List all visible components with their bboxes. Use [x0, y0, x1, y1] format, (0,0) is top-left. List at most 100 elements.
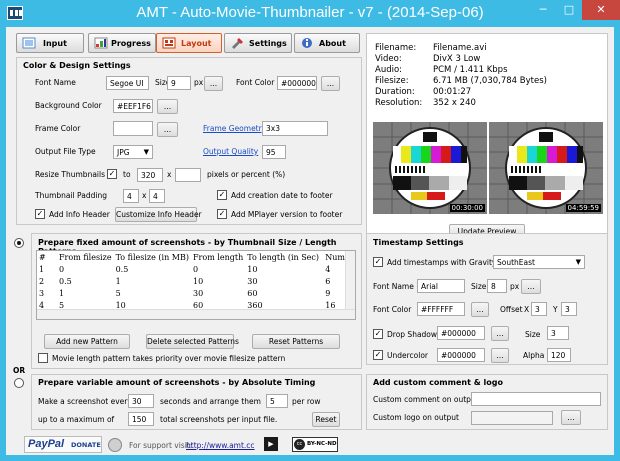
fixed-amount-radio[interactable] [14, 238, 24, 248]
font-color-field[interactable]: #000000 [277, 76, 317, 90]
reset-patterns-button[interactable]: Reset Patterns [252, 334, 340, 349]
tab-settings-label: Settings [249, 39, 287, 48]
resize-unit-label: pixels or percent (%) [207, 170, 286, 179]
resize-height-field[interactable] [175, 168, 201, 182]
resolution-value: 352 x 240 [433, 98, 476, 108]
undercolor-field[interactable]: #000000 [437, 348, 485, 362]
tab-settings[interactable]: Settings [224, 33, 292, 53]
ts-font-name-field[interactable]: Arial [417, 279, 465, 293]
per-row-label: per row [292, 397, 321, 406]
tab-layout[interactable]: Layout [156, 33, 222, 53]
offset-x-label: X [524, 305, 530, 314]
about-icon [302, 38, 312, 48]
col-to-filesize[interactable]: To filesize (in MB) [114, 251, 191, 263]
minimize-button[interactable]: ─ [530, 0, 556, 20]
font-size-field[interactable]: 9 [167, 76, 191, 90]
padding-y-field[interactable]: 4 [149, 189, 165, 203]
font-browse-button[interactable]: ... [204, 76, 223, 91]
table-cell: 4 [325, 264, 331, 274]
output-type-label: Output File Type [35, 147, 96, 156]
settings-icon [232, 38, 243, 49]
resize-checkbox[interactable]: ✓ [107, 169, 117, 179]
drop-shadow-checkbox[interactable]: ✓ [373, 329, 383, 339]
support-link[interactable]: http://www.amt.cc [186, 441, 255, 450]
offset-y-field[interactable]: 3 [561, 302, 577, 316]
offset-x-field[interactable]: 3 [531, 302, 547, 316]
output-quality-link[interactable]: Output Quality [203, 147, 258, 156]
close-button[interactable]: ✕ [582, 0, 620, 20]
max-suffix-label: total screenshots per input file. [160, 415, 278, 424]
tab-about[interactable]: About [294, 33, 360, 53]
padding-x-field[interactable]: 4 [123, 189, 139, 203]
bg-color-field[interactable]: #EEF1F6 [113, 99, 153, 113]
frame-color-button[interactable]: ... [157, 122, 178, 137]
comment-label: Custom comment on output [373, 395, 479, 404]
resize-width-field[interactable]: 320 [137, 168, 163, 182]
design-panel: Color & Design Settings Font Name Segoe … [16, 57, 362, 225]
info-header-checkbox[interactable]: ✓ [35, 209, 45, 219]
col-from-length[interactable]: From length [191, 251, 245, 263]
info-header-label: Add Info Header [49, 210, 110, 219]
variable-amount-radio[interactable] [14, 378, 24, 388]
alpha-field[interactable]: 120 [547, 348, 571, 362]
customize-info-header-button[interactable]: Customize Info Header [115, 207, 202, 222]
table-cell: 30 [247, 276, 258, 286]
col-num[interactable]: Num [323, 251, 347, 263]
per-row-field[interactable]: 5 [266, 394, 288, 408]
logo-field[interactable] [471, 411, 553, 425]
col-from-filesize[interactable]: From filesize [57, 251, 114, 263]
comment-field[interactable] [471, 392, 601, 406]
license-badge[interactable]: cc BY-NC-ND [292, 437, 338, 452]
gravity-select[interactable]: SouthEast ▼ [493, 255, 585, 269]
variable-reset-button[interactable]: Reset [312, 412, 340, 427]
add-pattern-button[interactable]: Add new Pattern [44, 334, 130, 349]
ts-font-browse-button[interactable]: ... [521, 279, 541, 294]
font-name-field[interactable]: Segoe UI [106, 76, 149, 90]
alpha-label: Alpha [523, 351, 545, 360]
font-color-button[interactable]: ... [321, 76, 340, 91]
table-row[interactable]: 1 0 0.5 0 10 4 [37, 263, 347, 275]
mplayer-version-checkbox[interactable]: ✓ [217, 209, 227, 219]
output-type-select[interactable]: JPG ▼ [113, 145, 153, 159]
creation-date-checkbox[interactable]: ✓ [217, 190, 227, 200]
undercolor-button[interactable]: ... [491, 348, 509, 363]
preview-thumbnail-1: 00:30:00 [373, 122, 487, 214]
table-row[interactable]: 3 1 5 30 60 9 [37, 287, 347, 299]
undercolor-checkbox[interactable]: ✓ [373, 350, 383, 360]
timestamps-checkbox[interactable]: ✓ [373, 257, 383, 267]
table-row[interactable]: 2 0.5 1 10 30 6 [37, 275, 347, 287]
col-to-length[interactable]: To length (in Sec) [245, 251, 323, 263]
max-screenshots-field[interactable]: 150 [128, 412, 154, 426]
every-seconds-field[interactable]: 30 [128, 394, 154, 408]
frame-geometry-link[interactable]: Frame Geometry [203, 124, 266, 133]
app-logo-icon: ▶ [264, 437, 278, 451]
ts-font-color-button[interactable]: ... [471, 302, 489, 317]
ts-size-field[interactable]: 8 [487, 279, 507, 293]
maximize-button[interactable]: □ [556, 0, 582, 20]
col-index[interactable]: # [37, 251, 57, 263]
patterns-table[interactable]: # From filesize To filesize (in MB) From… [36, 250, 356, 320]
layout-icon [162, 37, 176, 49]
frame-geometry-field[interactable]: 3x3 [262, 121, 328, 136]
logo-browse-button[interactable]: ... [561, 410, 581, 425]
duration-label: Duration: [375, 87, 415, 97]
bg-color-button[interactable]: ... [157, 99, 178, 114]
filename-value: Filename.avi [433, 43, 487, 53]
padding-x-label: x [142, 191, 147, 200]
frame-color-field[interactable] [113, 121, 153, 136]
tab-input[interactable]: Input [16, 33, 84, 53]
paypal-donate-button[interactable]: PayPal DONATE [24, 436, 102, 453]
output-quality-field[interactable]: 95 [262, 145, 286, 159]
table-horizontal-scrollbar[interactable] [37, 309, 355, 319]
drop-shadow-color-field[interactable]: #000000 [437, 326, 485, 340]
table-cell: 1 [59, 288, 65, 298]
ts-font-color-field[interactable]: #FFFFFF [417, 302, 465, 316]
resolution-label: Resolution: [375, 98, 423, 108]
priority-checkbox[interactable] [38, 353, 48, 363]
drop-shadow-label: Drop Shadow [387, 330, 438, 339]
delete-patterns-button[interactable]: Delete selected Patterns [146, 334, 239, 349]
tab-progress[interactable]: Progress [88, 33, 156, 53]
window-title: AMT - Auto-Movie-Thumbnailer - v7 - (201… [136, 4, 484, 21]
drop-shadow-color-button[interactable]: ... [491, 326, 509, 341]
shadow-size-field[interactable]: 3 [547, 326, 569, 340]
